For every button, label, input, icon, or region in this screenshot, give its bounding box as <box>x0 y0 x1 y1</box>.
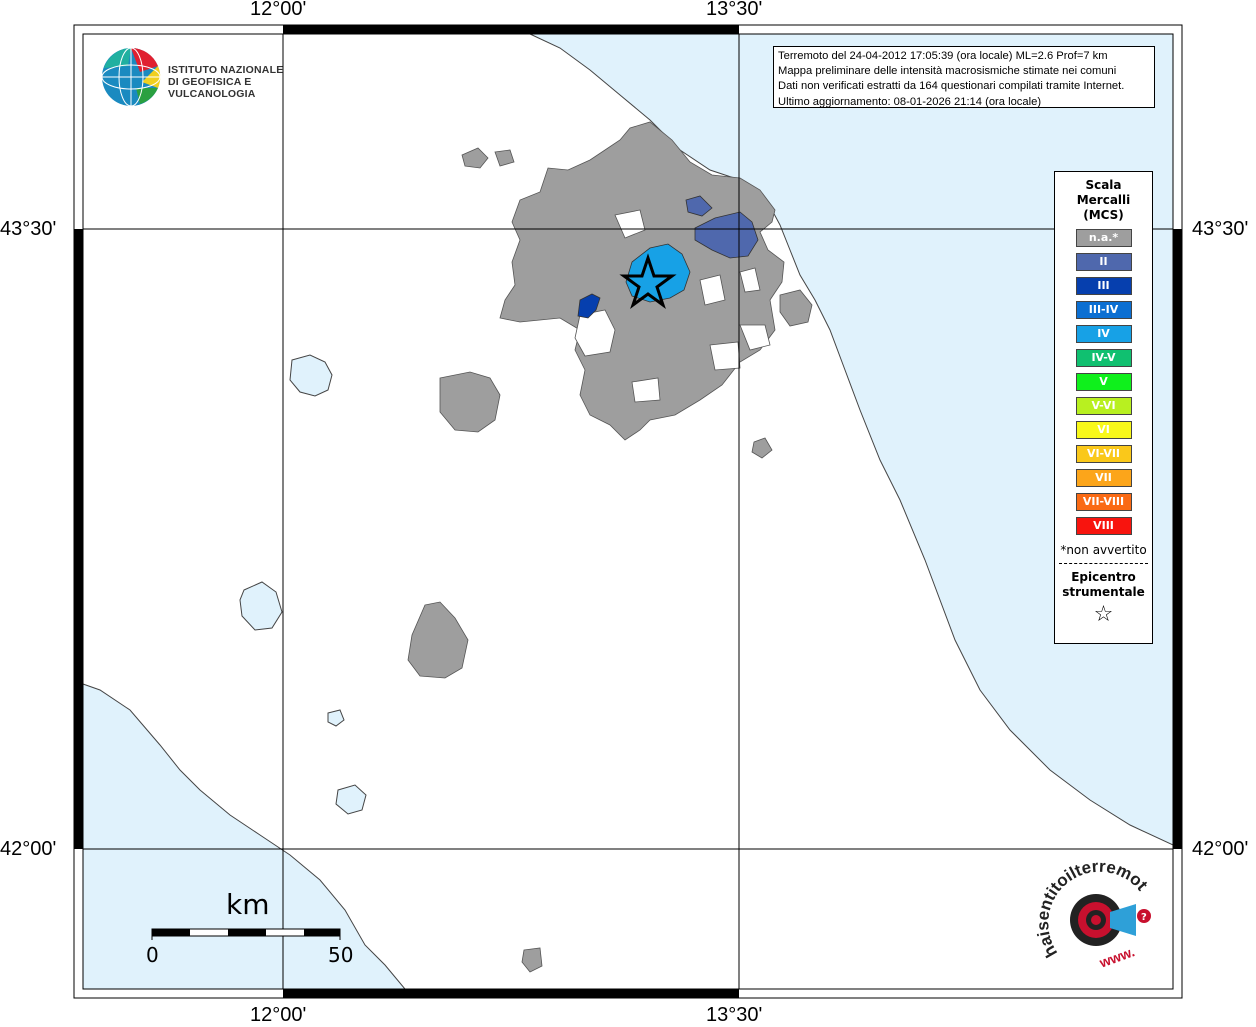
legend-epicenter-line2: strumentale <box>1062 585 1145 599</box>
lat-label-right-top: 43°30' <box>1192 218 1249 240</box>
website-logo-prefix: www. <box>1096 943 1136 971</box>
scale-max: 50 <box>328 943 354 967</box>
ingv-name-line1: ISTITUTO NAZIONALE <box>168 64 284 76</box>
legend-title-line1: Scala <box>1085 178 1122 192</box>
legend-epicenter-line1: Epicentro <box>1071 570 1136 584</box>
lon-label-top-right: 13°30' <box>706 0 763 20</box>
legend-swatch: VIII <box>1075 517 1132 535</box>
lat-label-left-top: 43°30' <box>0 218 57 240</box>
ingv-logo: ISTITUTO NAZIONALE DI GEOFISICA E VULCAN… <box>100 46 320 110</box>
data-source-line: Dati non verificati estratti da 164 ques… <box>778 80 1125 93</box>
map-description-line: Mappa preliminare delle intensità macros… <box>778 65 1117 78</box>
legend-swatches: n.a.* II III III-IV IV IV-V V V-VI VI VI-VII VII VI… <box>1055 229 1152 535</box>
legend-title-line2: Mercalli <box>1076 193 1131 207</box>
legend-swatch: VI-VII <box>1075 445 1132 463</box>
legend-swatch: VI <box>1075 421 1132 439</box>
scale-min: 0 <box>146 943 159 967</box>
last-update-line: Ultimo aggiornamento: 08-01-2026 21:14 (… <box>778 95 1042 108</box>
legend-title: Scala Mercalli (MCS) <box>1055 178 1152 223</box>
legend-note: *non avvertito <box>1060 543 1147 557</box>
legend-epicenter-label: Epicentro strumentale <box>1055 570 1152 600</box>
legend-swatch: II <box>1075 253 1132 271</box>
target-icon: haisentitoilterremoto.it ? www. <box>1031 843 1152 971</box>
event-info-box: Terremoto del 24-04-2012 17:05:39 (ora l… <box>773 46 1155 108</box>
scale-unit: km <box>226 888 270 921</box>
globe-icon <box>101 47 161 107</box>
svg-text:?: ? <box>1141 912 1147 923</box>
legend-swatch: IV <box>1075 325 1132 343</box>
legend-swatch: III <box>1075 277 1132 295</box>
legend-swatch: VII <box>1075 469 1132 487</box>
legend-swatch: V-VI <box>1075 397 1132 415</box>
event-line: Terremoto del 24-04-2012 17:05:39 (ora l… <box>778 50 1108 62</box>
star-icon: ☆ <box>1093 602 1114 627</box>
lon-label-top-left: 12°00' <box>250 0 307 20</box>
legend-swatch: V <box>1075 373 1132 391</box>
legend-swatch: IV-V <box>1075 349 1132 367</box>
legend-swatch: VII-VIII <box>1075 493 1132 511</box>
legend-separator <box>1059 563 1148 564</box>
legend-swatch: III-IV <box>1075 301 1132 319</box>
lat-label-left-bottom: 42°00' <box>0 838 57 860</box>
ingv-name-line2: DI GEOFISICA E VULCANOLOGIA <box>168 76 256 100</box>
legend-swatch: n.a.* <box>1075 229 1132 247</box>
legend-title-line3: (MCS) <box>1083 208 1124 222</box>
hai-sentito-logo[interactable]: haisentitoilterremoto.it ? www. <box>1031 843 1156 978</box>
intensity-legend: Scala Mercalli (MCS) n.a.* II III III-IV IV I… <box>1054 171 1153 644</box>
lat-label-right-bottom: 42°00' <box>1192 838 1249 860</box>
